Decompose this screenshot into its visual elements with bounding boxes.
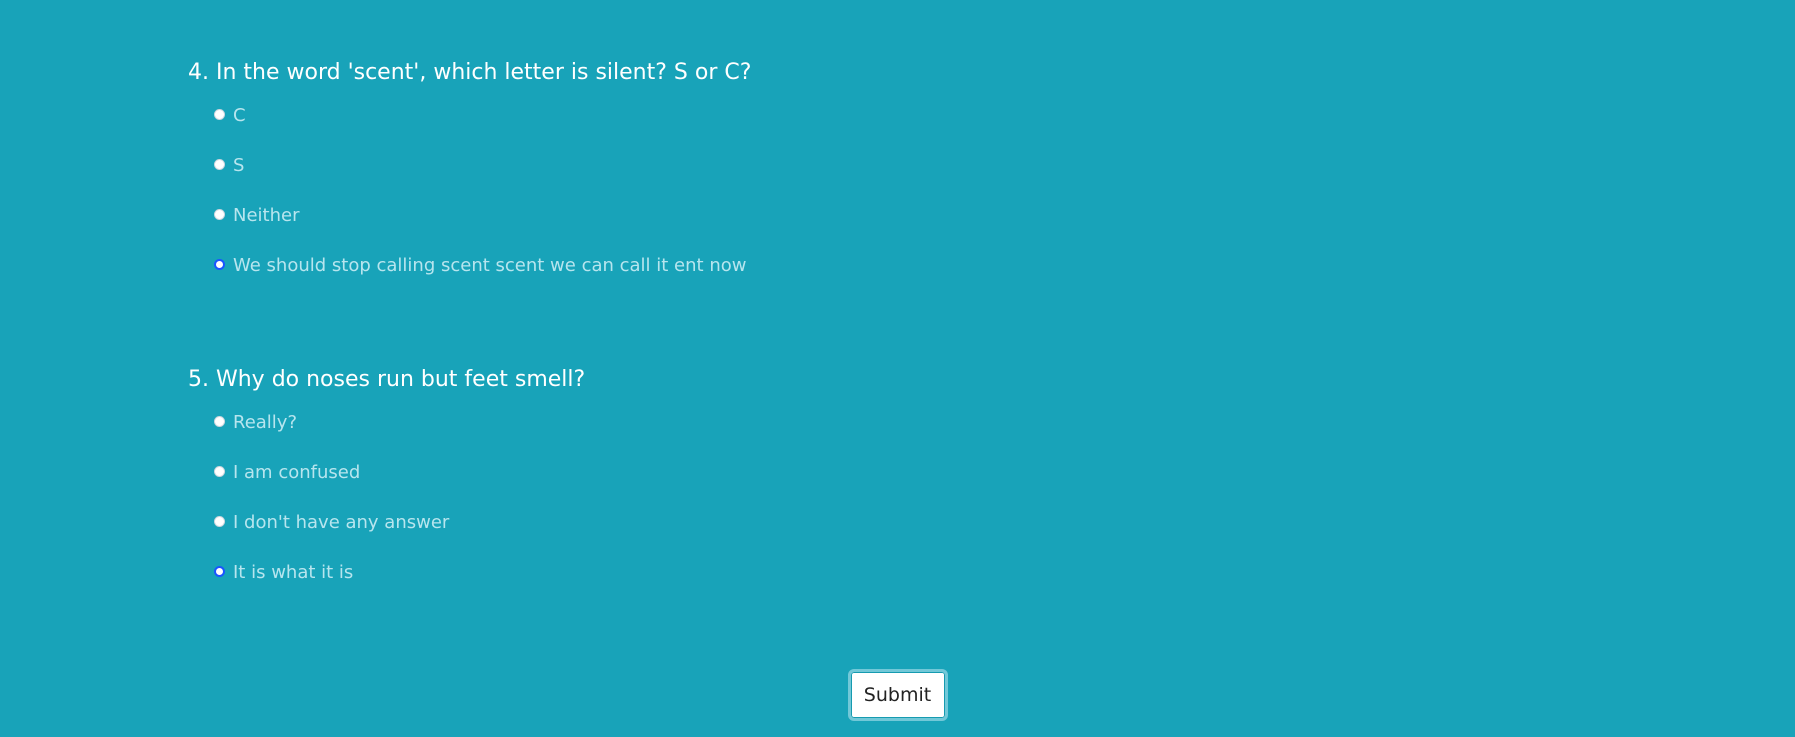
answer-option-c[interactable]: C: [214, 101, 1588, 129]
answer-label: It is what it is: [233, 561, 354, 583]
selected-radio-button[interactable]: [214, 565, 225, 577]
radio-button[interactable]: [214, 415, 225, 427]
answer-option-s[interactable]: S: [214, 151, 1588, 179]
selected-radio-button[interactable]: [214, 258, 225, 270]
submit-button[interactable]: Submit: [847, 669, 948, 721]
answer-options: C S Neither We should stop calling scent…: [188, 101, 1588, 279]
answer-options: Really? I am confused I don't have any a…: [188, 408, 1588, 586]
answer-label: We should stop calling scent scent we ca…: [233, 254, 747, 276]
question-5: 5. Why do noses run but feet smell? Real…: [188, 365, 1588, 608]
answer-option-confused[interactable]: I am confused: [214, 458, 1588, 486]
answer-label: C: [233, 104, 246, 126]
radio-button[interactable]: [214, 158, 225, 170]
question-title: 4. In the word 'scent', which letter is …: [188, 60, 752, 85]
answer-option-no-answer[interactable]: I don't have any answer: [214, 508, 1588, 536]
answer-label: S: [233, 154, 245, 176]
answer-label: Neither: [233, 204, 300, 226]
answer-option-it-is[interactable]: It is what it is: [214, 558, 1588, 586]
question-4: 4. In the word 'scent', which letter is …: [188, 58, 1588, 301]
submit-area: Submit: [0, 669, 1795, 721]
radio-button[interactable]: [214, 108, 225, 120]
answer-option-ent[interactable]: We should stop calling scent scent we ca…: [214, 251, 1588, 279]
question-title: 5. Why do noses run but feet smell?: [188, 367, 586, 392]
radio-button[interactable]: [214, 465, 225, 477]
radio-button[interactable]: [214, 208, 225, 220]
answer-label: I am confused: [233, 461, 361, 483]
radio-button[interactable]: [214, 515, 225, 527]
answer-option-neither[interactable]: Neither: [214, 201, 1588, 229]
quiz-page: { "questions": [ { "title": "4. In the w…: [0, 0, 1795, 737]
answer-label: Really?: [233, 411, 298, 433]
answer-option-really[interactable]: Really?: [214, 408, 1588, 436]
answer-label: I don't have any answer: [233, 511, 450, 533]
